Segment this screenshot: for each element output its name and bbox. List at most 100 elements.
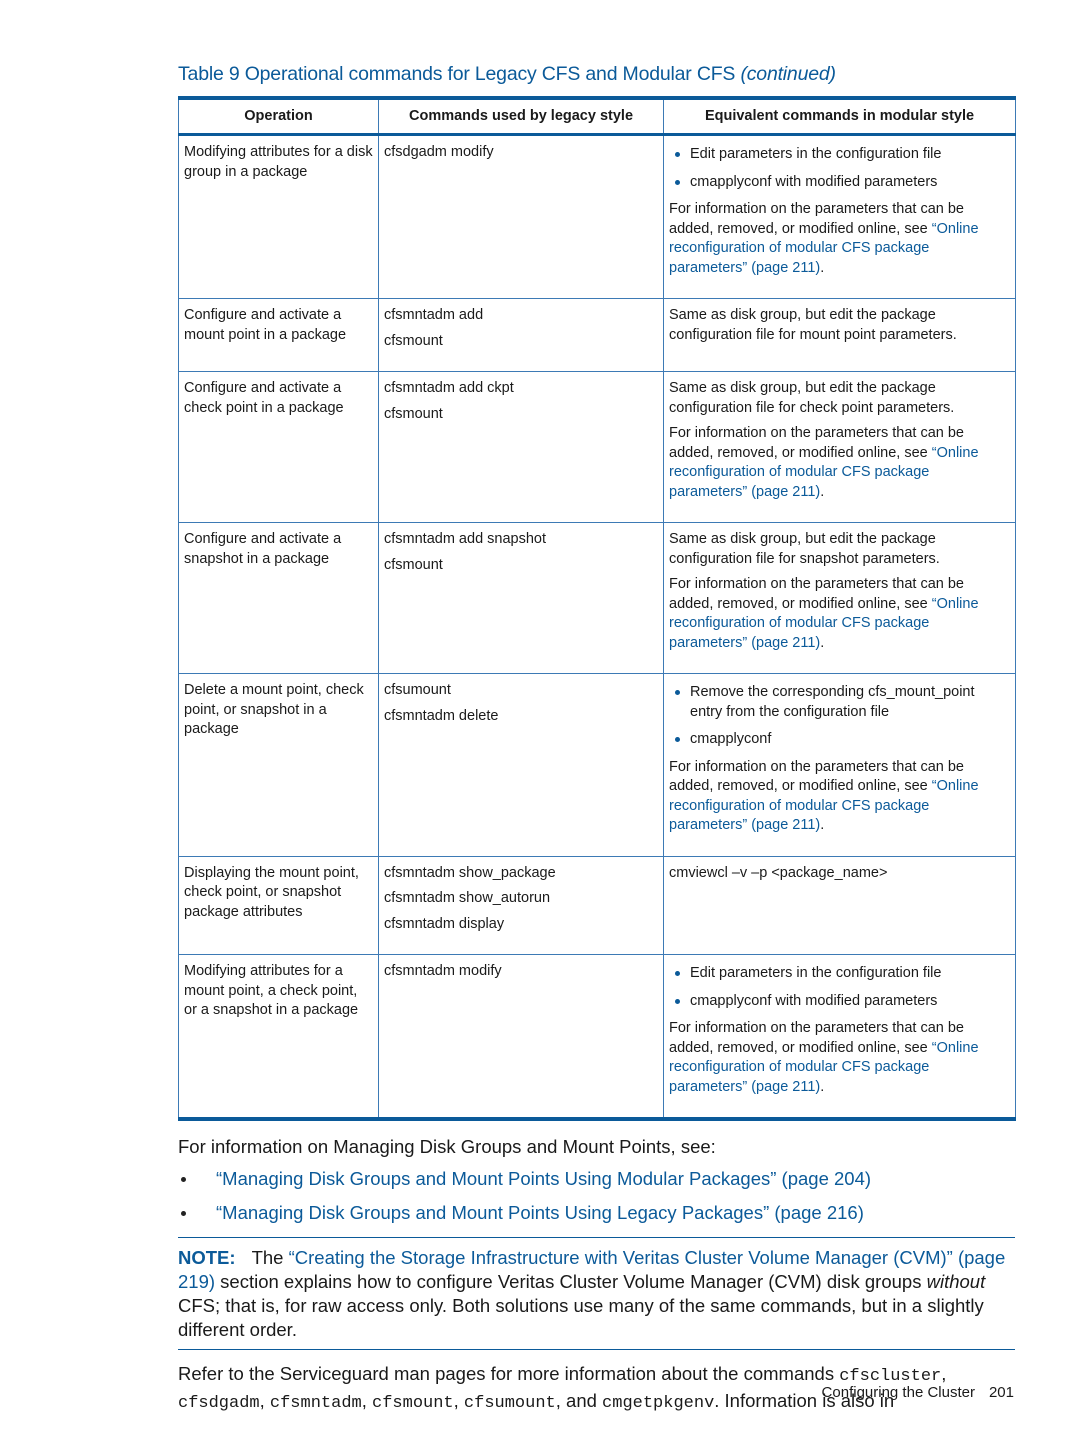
modular-description: Same as disk group, but edit the package…	[669, 307, 957, 343]
command-cfsdgadm: cfsdgadm	[178, 1394, 260, 1413]
legacy-command: cfsmntadm display	[384, 915, 505, 932]
cell-operation: Configure and activate a check point in …	[178, 371, 379, 523]
link-modular-packages[interactable]: “Managing Disk Groups and Mount Points U…	[216, 1168, 871, 1189]
list-item: “Managing Disk Groups and Mount Points U…	[178, 1167, 1015, 1191]
legacy-command: cfsmount	[384, 332, 443, 349]
separator: ,	[259, 1390, 270, 1411]
cell-legacy-commands: cfsmntadm show_package cfsmntadm show_aut…	[378, 855, 664, 955]
note-text-post: CFS; that is, for raw access only. Both …	[178, 1295, 984, 1340]
cell-modular-commands: Same as disk group, but edit the package…	[663, 371, 1016, 523]
cell-legacy-commands: cfsumount cfsmntadm delete	[378, 673, 664, 857]
modular-description: Same as disk group, but edit the package…	[669, 531, 940, 567]
legacy-command: cfsmntadm add snapshot	[384, 531, 547, 547]
document-page: Table 9 Operational commands for Legacy …	[178, 60, 1016, 1416]
online-info-text: For information on the parameters that c…	[669, 758, 1010, 836]
online-info-lead: For information on the parameters that c…	[669, 425, 964, 461]
cell-modular-commands: cmviewcl –v –p <package_name>	[663, 855, 1016, 955]
legacy-command: cfsmntadm show_autorun	[384, 890, 551, 906]
online-info-text: For information on the parameters that c…	[669, 575, 1010, 653]
online-info-end: .	[820, 483, 825, 500]
table-row: Modifying attributes for a mount point, …	[178, 954, 1016, 1120]
table-row: Modifying attributes for a disk group in…	[178, 134, 1016, 299]
table-row: Configure and activate a snapshot in a p…	[178, 522, 1016, 674]
modular-steps-list: Edit parameters in the configuration fil…	[669, 964, 1010, 1011]
related-links-list: “Managing Disk Groups and Mount Points U…	[178, 1167, 1015, 1225]
online-info-text: For information on the parameters that c…	[669, 200, 1010, 278]
list-item: cmapplyconf with modified parameters	[669, 992, 1010, 1012]
table-row: Displaying the mount point, check point,…	[178, 855, 1016, 955]
refer-text: Refer to the Serviceguard man pages for …	[178, 1363, 840, 1384]
cell-operation: Configure and activate a snapshot in a p…	[178, 522, 379, 674]
note-text-pre: The	[251, 1247, 289, 1268]
legacy-command: cfsmntadm modify	[384, 963, 502, 979]
table-title-text: Table 9 Operational commands for Legacy …	[178, 63, 741, 85]
cell-legacy-commands: cfsmntadm add ckpt cfsmount	[378, 371, 664, 523]
list-item: cmapplyconf with modified parameters	[669, 173, 1010, 193]
online-info-text: For information on the parameters that c…	[669, 1019, 1010, 1097]
column-header-operation: Operation	[178, 98, 379, 136]
table-row: Configure and activate a check point in …	[178, 371, 1016, 523]
list-item: Remove the corresponding cfs_mount_point…	[669, 683, 1010, 722]
separator: , and	[555, 1390, 603, 1411]
command-cmgetpkgenv: cmgetpkgenv	[602, 1394, 715, 1413]
cell-operation: Modifying attributes for a mount point, …	[178, 954, 379, 1120]
online-info-end: .	[820, 817, 825, 833]
legacy-command: cfsumount	[384, 682, 451, 698]
cell-modular-commands: Edit parameters in the configuration fil…	[663, 954, 1016, 1120]
column-header-modular: Equivalent commands in modular style	[663, 98, 1016, 136]
separator: ,	[453, 1390, 464, 1411]
online-info-lead: For information on the parameters that c…	[669, 576, 964, 612]
operations-table: Operation Commands used by legacy style …	[178, 96, 1016, 1121]
column-header-legacy: Commands used by legacy style	[378, 98, 664, 136]
note-box: NOTE: The “Creating the Storage Infrastru…	[178, 1237, 1015, 1350]
separator: ,	[361, 1390, 373, 1411]
table-row: Delete a mount point, check point, or sn…	[178, 673, 1016, 857]
table-header-row: Operation Commands used by legacy style …	[178, 98, 1016, 136]
list-item: cmapplyconf	[669, 730, 1010, 750]
list-item: Edit parameters in the configuration fil…	[669, 145, 1010, 165]
table-title: Table 9 Operational commands for Legacy …	[178, 60, 1015, 88]
online-info-end: .	[820, 634, 825, 651]
cell-modular-commands: Remove the corresponding cfs_mount_point…	[663, 673, 1016, 857]
cell-legacy-commands: cfsdgadm modify	[378, 134, 664, 299]
list-item: “Managing Disk Groups and Mount Points U…	[178, 1201, 1015, 1225]
command-cfsmntadm: cfsmntadm	[269, 1394, 362, 1413]
cell-operation: Modifying attributes for a disk group in…	[178, 134, 379, 299]
separator: ,	[941, 1363, 947, 1384]
table-body: Modifying attributes for a disk group in…	[178, 134, 1016, 1120]
cell-modular-commands: Edit parameters in the configuration fil…	[663, 134, 1016, 299]
online-info-lead: For information on the parameters that c…	[669, 758, 964, 795]
online-info-lead: For information on the parameters that c…	[669, 201, 964, 237]
list-item: Edit parameters in the configuration fil…	[669, 964, 1010, 984]
cell-operation: Configure and activate a mount point in …	[178, 298, 379, 372]
online-info-text: For information on the parameters that c…	[669, 424, 1010, 502]
note-label: NOTE:	[178, 1247, 236, 1268]
note-text-mid: section explains how to configure Verita…	[215, 1271, 927, 1292]
modular-steps-list: Edit parameters in the configuration fil…	[669, 145, 1010, 192]
page-number: 201	[988, 1384, 1014, 1401]
online-info-lead: For information on the parameters that c…	[669, 1020, 964, 1056]
table-row: Configure and activate a mount point in …	[178, 298, 1016, 372]
link-legacy-packages[interactable]: “Managing Disk Groups and Mount Points U…	[216, 1202, 864, 1223]
legacy-command: cfsmntadm delete	[384, 707, 499, 724]
modular-steps-list: Remove the corresponding cfs_mount_point…	[669, 683, 1010, 750]
cell-legacy-commands: cfsmntadm add cfsmount	[378, 298, 664, 372]
cell-operation: Displaying the mount point, check point,…	[178, 855, 379, 955]
command-cfsumount: cfsumount	[463, 1394, 556, 1413]
modular-description: Same as disk group, but edit the package…	[669, 380, 955, 416]
modular-description: cmviewcl –v –p <package_name>	[669, 864, 888, 881]
cell-modular-commands: Same as disk group, but edit the package…	[663, 298, 1016, 372]
disk-groups-intro: For information on Managing Disk Groups …	[178, 1136, 716, 1157]
cell-operation: Delete a mount point, check point, or sn…	[178, 673, 379, 857]
table-title-continued: (continued)	[740, 63, 836, 85]
legacy-command: cfsmntadm add	[384, 307, 484, 323]
footer-section-title: Configuring the Cluster	[821, 1384, 975, 1401]
legacy-command: cfsmount	[384, 405, 443, 422]
legacy-command: cfsdgadm modify	[384, 144, 494, 160]
online-info-end: .	[820, 259, 825, 276]
legacy-command: cfsmount	[384, 556, 443, 573]
legacy-command: cfsmntadm show_package	[384, 864, 556, 881]
cell-legacy-commands: cfsmntadm add snapshot cfsmount	[378, 522, 664, 674]
command-cfsmount: cfsmount	[372, 1394, 454, 1413]
online-info-end: .	[820, 1078, 825, 1095]
